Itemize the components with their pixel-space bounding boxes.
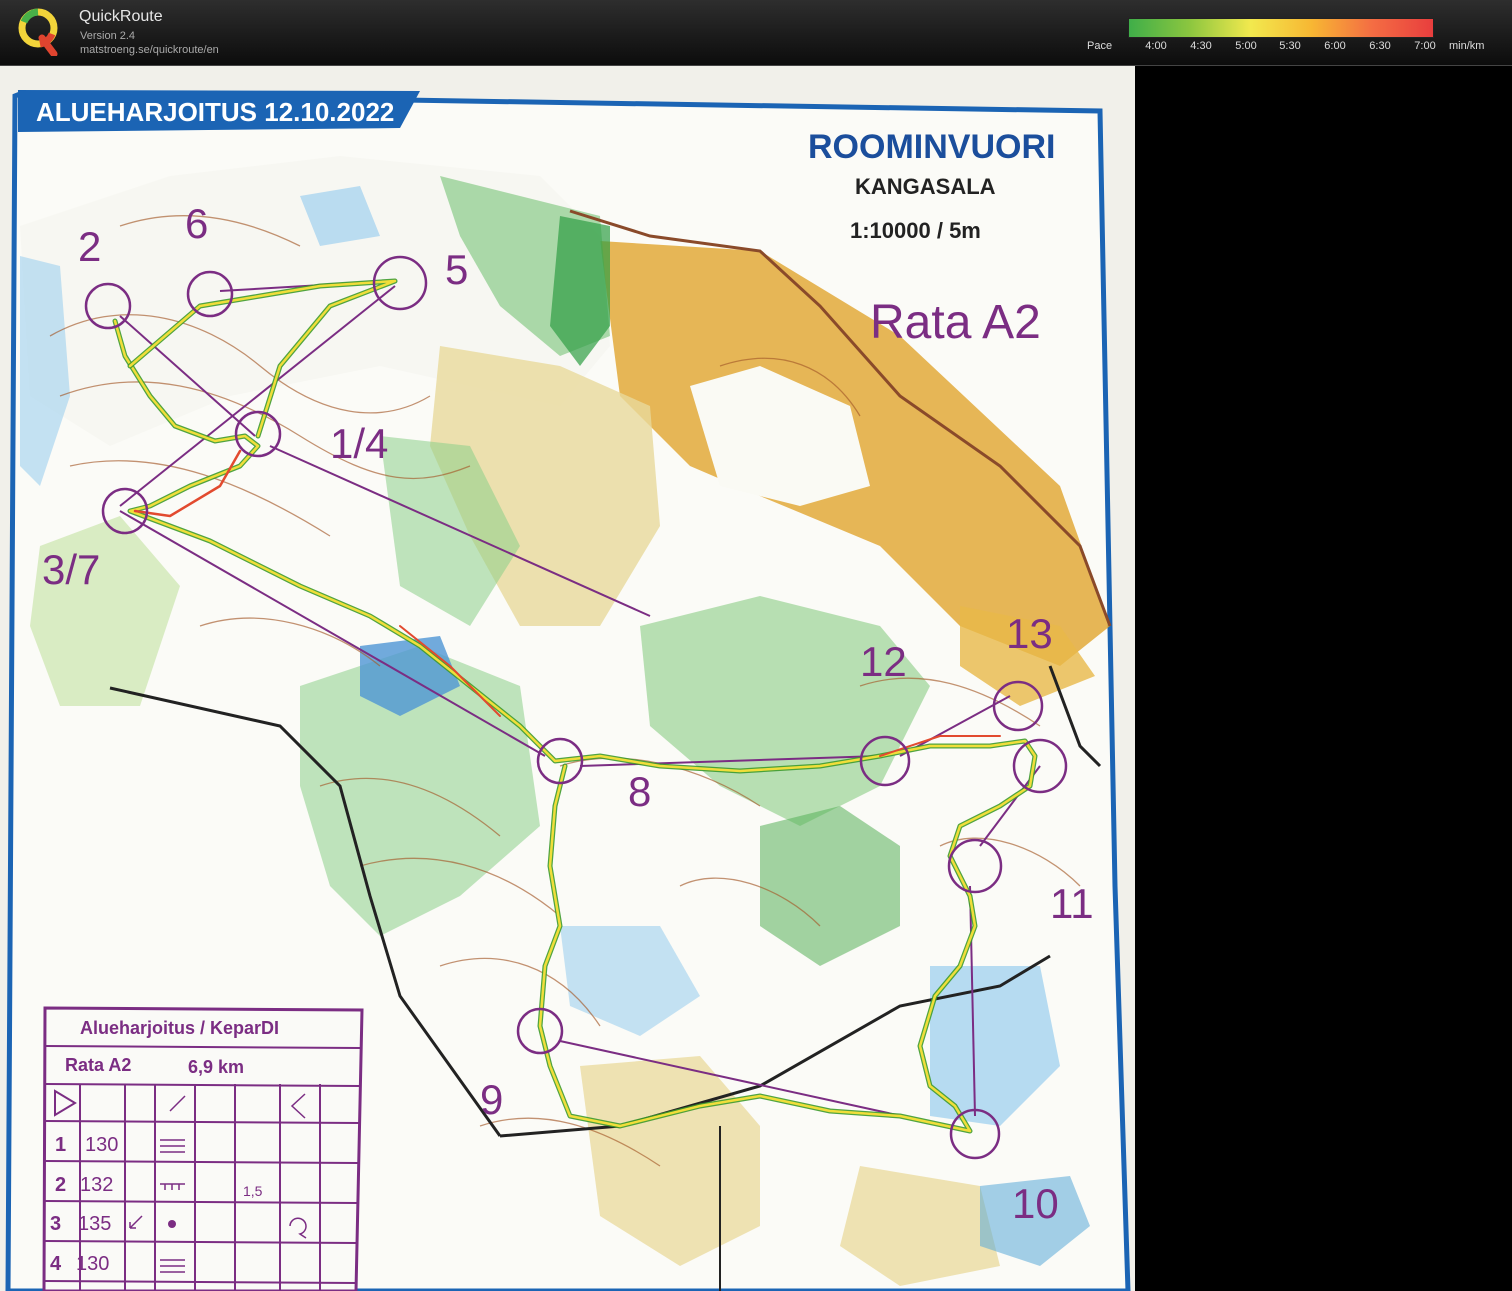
table-row-num: 3 [50,1213,61,1235]
map-scale: 1:10000 / 5m [850,218,981,243]
table-row-code: 130 [85,1134,118,1156]
course-title: Rata A2 [870,296,1041,349]
table-row-num: 1 [55,1134,66,1156]
pace-label: Pace [1087,40,1113,52]
pace-unit: min/km [1449,40,1485,52]
pace-gradient-bar [1128,18,1434,38]
app-url-link[interactable]: matstroeng.se/quickroute/en [80,44,219,56]
app-title: QuickRoute [79,8,163,25]
control-description-table: Alueharjoitus / KeparDI Rata A2 6,9 km 1… [42,1006,364,1291]
control-number: 13 [1006,610,1053,657]
map-area-name: ROOMINVUORI [808,128,1055,166]
pace-tick: 6:30 [1369,40,1391,52]
pace-tick: 4:00 [1145,40,1167,52]
control-number: 10 [1012,1180,1059,1227]
pace-legend: Pace 4:00 4:30 5:00 5:30 6:00 6:30 7:00 … [1080,16,1510,56]
control-number: 12 [860,638,907,685]
control-number: 1/4 [330,420,388,467]
pace-tick: 5:30 [1279,40,1301,52]
orienteering-map[interactable]: ALUEHARJOITUS 12.10.2022 ROOMINVUORI KAN… [0,66,1135,1291]
table-length: 6,9 km [188,1057,244,1077]
control-number: 11 [1050,880,1094,927]
table-row-num: 4 [50,1253,62,1275]
control-number: 5 [445,246,468,293]
pace-tick: 7:00 [1414,40,1436,52]
control-number: 2 [78,223,101,270]
pace-tick: 5:00 [1235,40,1257,52]
pace-tick: 4:30 [1190,40,1212,52]
table-dot-symbol [168,1220,176,1228]
table-row-num: 2 [55,1174,66,1196]
quickroute-logo-icon [18,8,58,56]
table-course: Rata A2 [65,1055,131,1075]
control-number: 9 [480,1076,503,1123]
app-header: QuickRoute Version 2.4 matstroeng.se/qui… [0,0,1512,66]
table-row-code: 132 [80,1174,113,1196]
app-version: Version 2.4 [80,30,136,42]
control-number: 3/7 [42,546,100,593]
map-municipality: KANGASALA [855,174,996,199]
control-number: 6 [185,200,208,247]
control-number: 8 [628,768,651,815]
map-canvas[interactable]: ALUEHARJOITUS 12.10.2022 ROOMINVUORI KAN… [0,66,1135,1291]
table-note: 1,5 [243,1183,263,1199]
table-row-code: 130 [76,1253,109,1275]
map-header-title: ALUEHARJOITUS 12.10.2022 [36,97,394,127]
table-title: Alueharjoitus / KeparDI [80,1018,279,1038]
pace-tick: 6:00 [1324,40,1346,52]
table-row-code: 135 [78,1213,111,1235]
